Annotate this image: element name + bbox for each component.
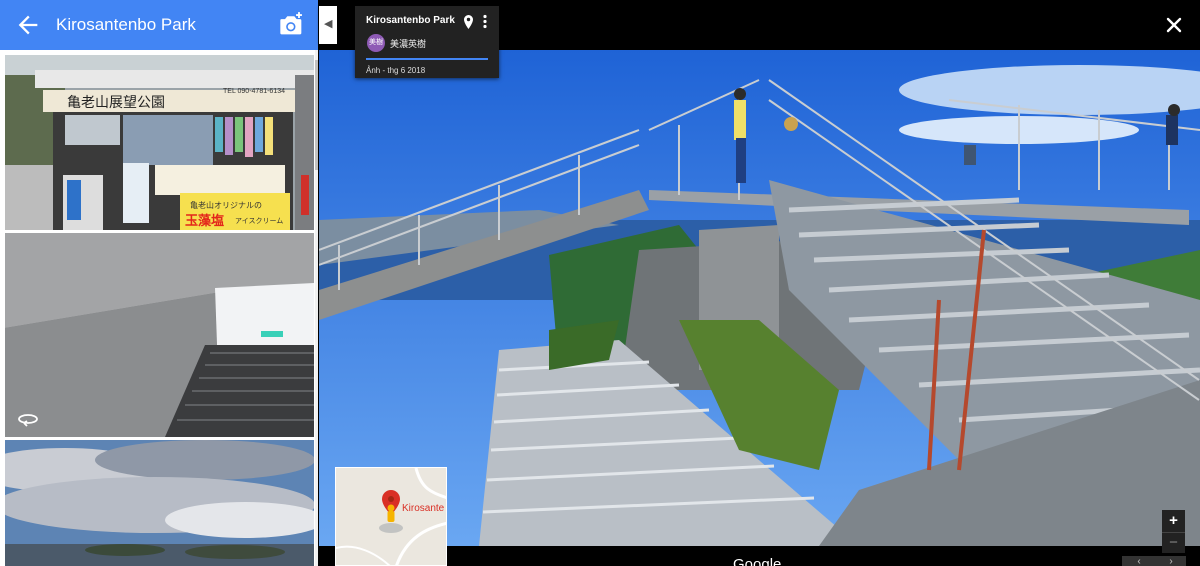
cloudy-sky-photo[interactable]	[5, 440, 314, 566]
panorama-viewer[interactable]	[319, 50, 1200, 546]
kiosk-salt-text: 玉藻塩	[185, 213, 224, 228]
photo-info-card: Kirosantenbo Park 美樹 美濃英樹 Ảnh - thg 6 20…	[355, 6, 499, 78]
zoom-out-button[interactable]: −	[1162, 532, 1185, 553]
panorama-360-icon	[18, 414, 38, 427]
stairway-tunnel-photo[interactable]	[5, 233, 314, 437]
close-icon[interactable]	[1162, 13, 1186, 37]
panel-header: Kirosantenbo Park	[0, 0, 318, 50]
pegman-icon	[387, 504, 395, 522]
kiosk-sign-text: 亀老山展望公園	[67, 95, 165, 111]
more-vert-icon[interactable]	[481, 14, 489, 29]
kiosk-phone-text: TEL 090-4781-6134	[223, 88, 285, 95]
minimap[interactable]: Kirosante	[335, 467, 447, 566]
add-photo-camera-icon[interactable]	[278, 11, 306, 39]
arrow-back-icon[interactable]	[14, 11, 42, 39]
place-title: Kirosantenbo Park	[56, 15, 196, 34]
author-name[interactable]: 美濃英樹	[390, 37, 426, 50]
panel-scrollbar-thumb[interactable]	[315, 60, 318, 170]
google-watermark: Google	[733, 556, 782, 566]
location-pin-icon[interactable]	[463, 15, 474, 29]
info-divider	[366, 58, 488, 60]
minimap-label: Kirosante	[402, 503, 445, 514]
kiosk-banner-text: 亀老山オリジナルの	[190, 200, 262, 210]
zoom-in-button[interactable]: +	[1162, 510, 1185, 532]
author-avatar[interactable]: 美樹	[367, 34, 385, 52]
kiosk-cream-text: アイスクリーム	[235, 217, 283, 225]
photo-date: Ảnh - thg 6 2018	[366, 66, 426, 75]
chevron-left-icon: ◀	[324, 18, 333, 30]
next-photo-button[interactable]: ›	[1156, 556, 1186, 566]
info-card-title: Kirosantenbo Park	[366, 15, 455, 26]
photo-list-panel: Kirosantenbo Park 亀老山展望公園 TEL 090-4781-6…	[0, 0, 318, 566]
previous-photo-button[interactable]: ‹	[1122, 556, 1156, 566]
collapse-panel-button[interactable]: ◀	[319, 6, 337, 44]
shop-kiosk-photo[interactable]: 亀老山展望公園 TEL 090-4781-6134 亀老山オリジナルの 玉藻塩 …	[5, 55, 314, 230]
